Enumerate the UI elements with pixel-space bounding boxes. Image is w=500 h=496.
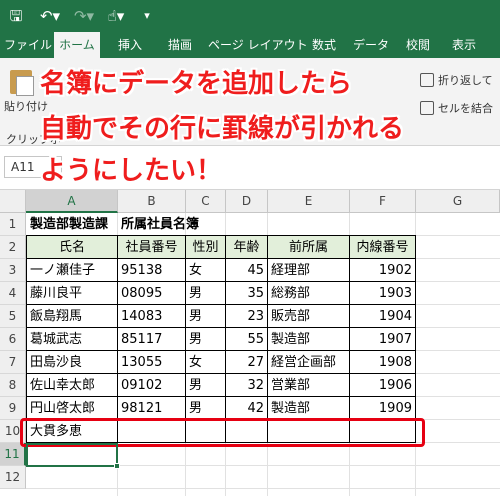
table-cell[interactable]: 販売部 xyxy=(268,305,349,328)
table-cell[interactable]: 営業部 xyxy=(268,374,349,397)
fill-handle[interactable] xyxy=(114,463,120,469)
table-cell[interactable]: 田島沙良 xyxy=(27,351,117,374)
table-cell[interactable]: 製造部 xyxy=(268,328,349,351)
column-header-g[interactable]: G xyxy=(416,190,500,213)
column-header-bar: A B C D E F G xyxy=(0,190,500,213)
table-cell[interactable]: 女 xyxy=(186,351,225,374)
table-cell[interactable]: 男 xyxy=(186,282,225,305)
tab-formulas[interactable]: 数式 xyxy=(306,32,342,58)
touch-mode-icon[interactable]: ☝▾ xyxy=(104,6,128,26)
table-cell[interactable]: 42 xyxy=(226,397,267,420)
undo-icon[interactable]: ↶▾ xyxy=(36,6,64,26)
row-header-3[interactable]: 3 xyxy=(0,259,26,282)
table-cell[interactable]: 23 xyxy=(226,305,267,328)
column-header-e[interactable]: E xyxy=(268,190,350,213)
tab-file[interactable]: ファイル xyxy=(4,32,52,58)
table-cell[interactable]: 08095 xyxy=(118,282,185,305)
table-cell[interactable]: 経理部 xyxy=(268,259,349,282)
row-header-1[interactable]: 1 xyxy=(0,213,26,236)
merge-cells-label: セルを結合 xyxy=(438,102,493,115)
ribbon-tabs: ファイル ホーム 挿入 描画 ページ レイアウト 数式 データ 校閲 表示 xyxy=(0,32,500,58)
row-header-5[interactable]: 5 xyxy=(0,305,26,328)
header-cell-gender[interactable]: 性別 xyxy=(186,236,225,259)
headline-line-1: 名簿にデータを追加したら xyxy=(40,69,353,99)
table-cell[interactable]: 85117 xyxy=(118,328,185,351)
tab-data[interactable]: データ xyxy=(350,32,392,58)
table-cell[interactable]: 1907 xyxy=(350,328,415,351)
tab-draw[interactable]: 描画 xyxy=(160,32,200,58)
row-header-2[interactable]: 2 xyxy=(0,236,26,259)
table-cell[interactable]: 女 xyxy=(186,259,225,282)
sheet-title[interactable]: 製造部製造課 所属社員名簿 xyxy=(27,213,327,236)
row-header-4[interactable]: 4 xyxy=(0,282,26,305)
table-cell[interactable]: 製造部 xyxy=(268,397,349,420)
table-cell[interactable]: 佐山幸太郎 xyxy=(27,374,117,397)
headline-line-2: 自動でその行に罫線が引かれる xyxy=(40,114,405,144)
tab-page-layout[interactable]: ページ レイアウト xyxy=(208,32,308,58)
table-cell[interactable]: 1902 xyxy=(350,259,415,282)
table-cell[interactable]: 男 xyxy=(186,397,225,420)
table-cell[interactable]: 09102 xyxy=(118,374,185,397)
table-cell[interactable]: 男 xyxy=(186,328,225,351)
save-icon[interactable]: 🖫 xyxy=(6,6,26,26)
row-header-7[interactable]: 7 xyxy=(0,351,26,374)
header-cell-previous-dept[interactable]: 前所属 xyxy=(268,236,349,259)
customize-qat-icon[interactable]: ▾ xyxy=(140,6,154,26)
table-cell[interactable]: 1906 xyxy=(350,374,415,397)
table-cell[interactable]: 1904 xyxy=(350,305,415,328)
header-cell-extension[interactable]: 内線番号 xyxy=(350,236,415,259)
table-cell[interactable]: 13055 xyxy=(118,351,185,374)
tab-review[interactable]: 校閲 xyxy=(400,32,436,58)
title-bar: 🖫 ↶▾ ↷▾ ☝▾ ▾ xyxy=(0,0,500,32)
row-header-9[interactable]: 9 xyxy=(0,397,26,420)
active-cell-a11[interactable] xyxy=(26,443,120,469)
table-cell[interactable]: 14083 xyxy=(118,305,185,328)
headline-line-3: ようにしたい！ xyxy=(40,156,223,186)
merge-cells-icon xyxy=(420,101,434,115)
table-cell[interactable]: 一ノ瀬佳子 xyxy=(27,259,117,282)
row-header-8[interactable]: 8 xyxy=(0,374,26,397)
table-cell[interactable]: 55 xyxy=(226,328,267,351)
header-cell-age[interactable]: 年齢 xyxy=(226,236,267,259)
header-cell-employee-number[interactable]: 社員番号 xyxy=(118,236,185,259)
paste-icon[interactable] xyxy=(8,66,36,96)
table-cell[interactable]: 藤川良平 xyxy=(27,282,117,305)
wrap-text-label: 折り返して xyxy=(438,74,493,87)
tab-insert[interactable]: 挿入 xyxy=(110,32,150,58)
header-cell-name[interactable]: 氏名 xyxy=(27,236,117,259)
column-header-c[interactable]: C xyxy=(186,190,226,213)
wrap-text-icon xyxy=(420,73,434,87)
row-header-12[interactable]: 12 xyxy=(0,466,26,489)
table-cell[interactable]: 35 xyxy=(226,282,267,305)
merge-cells-button[interactable]: セルを結合 xyxy=(420,100,493,116)
column-header-d[interactable]: D xyxy=(226,190,268,213)
row-header-6[interactable]: 6 xyxy=(0,328,26,351)
table-cell[interactable]: 円山啓太郎 xyxy=(27,397,117,420)
tab-view[interactable]: 表示 xyxy=(446,32,482,58)
table-cell[interactable]: 飯島翔馬 xyxy=(27,305,117,328)
table-cell[interactable]: 男 xyxy=(186,374,225,397)
table-cell[interactable]: 1903 xyxy=(350,282,415,305)
table-cell[interactable]: 32 xyxy=(226,374,267,397)
wrap-text-button[interactable]: 折り返して xyxy=(420,72,493,88)
table-cell[interactable]: 経営企画部 xyxy=(268,351,349,374)
table-cell[interactable]: 1908 xyxy=(350,351,415,374)
table-cell[interactable]: 95138 xyxy=(118,259,185,282)
table-cell[interactable]: 1909 xyxy=(350,397,415,420)
redo-icon[interactable]: ↷▾ xyxy=(70,6,98,26)
table-cell[interactable]: 98121 xyxy=(118,397,185,420)
column-header-b[interactable]: B xyxy=(118,190,186,213)
table-cell[interactable]: 45 xyxy=(226,259,267,282)
tab-home[interactable]: ホーム xyxy=(54,32,100,58)
column-header-f[interactable]: F xyxy=(350,190,416,213)
table-cell[interactable]: 27 xyxy=(226,351,267,374)
select-all-corner[interactable] xyxy=(0,190,26,213)
table-cell[interactable]: 葛城武志 xyxy=(27,328,117,351)
column-header-a[interactable]: A xyxy=(26,190,118,213)
table-cell[interactable]: 男 xyxy=(186,305,225,328)
table-cell[interactable]: 総務部 xyxy=(268,282,349,305)
